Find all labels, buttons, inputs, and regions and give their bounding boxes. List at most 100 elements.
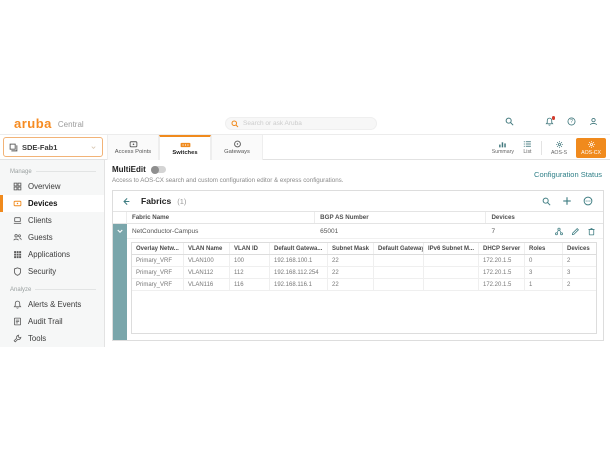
aruba-central-window: aruba Central ?: [0, 112, 610, 347]
aruba-logo: aruba: [14, 116, 52, 131]
vlan-row[interactable]: Primary_VRF VLAN116 116 192.168.116.1 22…: [132, 279, 596, 291]
column-devices: Devices: [486, 212, 603, 223]
help-icon[interactable]: ?: [567, 117, 576, 126]
toggle-knob: [151, 166, 159, 174]
sidebar-item-guests[interactable]: Guests: [0, 229, 104, 246]
tab-switches[interactable]: Switches: [159, 135, 211, 160]
col-devices: Devices: [563, 243, 596, 254]
fabric-row[interactable]: NetConductor-Campus 65001 7: [113, 224, 603, 239]
gear-icon: [555, 140, 564, 149]
more-options-icon[interactable]: [583, 196, 593, 206]
vlan-row[interactable]: Primary_VRF VLAN112 112 192.168.112.254 …: [132, 267, 596, 279]
ipv6-subnet-mask-cell: [424, 267, 479, 278]
sidebar-item-alerts-events[interactable]: Alerts & Events: [0, 296, 104, 313]
access-points-icon: [129, 140, 138, 148]
fabrics-panel-header: Fabrics (1): [113, 191, 603, 211]
column-fabric-name: Fabric Name: [127, 212, 315, 223]
add-icon[interactable]: [562, 196, 572, 206]
vlan-name-cell: VLAN116: [184, 279, 230, 290]
ipv6-subnet-mask-cell: [424, 255, 479, 266]
group-context-icon: [9, 143, 18, 152]
search-icon[interactable]: [505, 117, 514, 126]
col-subnet-mask: Subnet Mask: [328, 243, 374, 254]
sidebar-item-tools[interactable]: Tools: [0, 330, 104, 347]
default-gateway-v6-cell: [374, 279, 424, 290]
default-gateway-v6-cell: [374, 255, 424, 266]
multiedit-description: Access to AOS-CX search and custom confi…: [112, 177, 604, 184]
global-search-input[interactable]: [243, 120, 363, 127]
svg-text:?: ?: [570, 119, 573, 125]
view-action-label: List: [523, 149, 531, 155]
summary-view-button[interactable]: Summary: [492, 140, 514, 155]
devices-cell: 2: [563, 279, 596, 290]
fabrics-title: Fabrics: [141, 196, 171, 206]
sidebar-section-manage: Manage: [0, 165, 104, 178]
tab-label: Switches: [172, 150, 197, 156]
sidebar-item-audit-trail[interactable]: Audit Trail: [0, 313, 104, 330]
dhcp-server-cell: 172.20.1.5: [479, 255, 525, 266]
divider: [541, 141, 542, 155]
roles-cell: 1: [525, 279, 563, 290]
fabrics-panel: Fabrics (1): [112, 190, 604, 341]
configuration-status-link[interactable]: Configuration Status: [534, 170, 602, 179]
overlay-network-cell: Primary_VRF: [132, 279, 184, 290]
search-icon: [231, 120, 239, 128]
wrench-icon: [13, 334, 22, 343]
device-nav-bar: SDE-Fab1 Access Points Switches: [0, 135, 610, 160]
sidebar-item-applications[interactable]: Applications: [0, 246, 104, 263]
sidebar-item-devices[interactable]: Devices: [0, 195, 104, 212]
fabric-name-cell: NetConductor-Campus: [127, 224, 315, 238]
back-arrow-icon[interactable]: [121, 197, 131, 206]
sidebar-item-overview[interactable]: Overview: [0, 178, 104, 195]
vlan-row[interactable]: Primary_VRF VLAN100 100 192.168.100.1 22…: [132, 255, 596, 267]
screenshot-canvas: aruba Central ?: [0, 0, 610, 457]
fabric-devices-value: 7: [491, 228, 495, 235]
tab-access-points[interactable]: Access Points: [107, 135, 159, 160]
expander-column-header: [113, 212, 127, 223]
col-overlay-network: Overlay Netw...: [132, 243, 184, 254]
tab-gateways[interactable]: Gateways: [211, 135, 263, 160]
collapse-chevron-icon[interactable]: [113, 224, 127, 239]
global-search-bar[interactable]: [225, 117, 377, 130]
main-content: MultiEdit Access to AOS-CX search and cu…: [105, 160, 610, 347]
device-type-tabs: Access Points Switches Gateways: [107, 135, 263, 160]
ipv6-subnet-mask-cell: [424, 279, 479, 290]
topology-icon[interactable]: [554, 227, 564, 236]
col-default-gateway: Default Gatewa...: [270, 243, 328, 254]
top-header-bar: aruba Central ?: [0, 112, 610, 135]
sidebar-item-clients[interactable]: Clients: [0, 212, 104, 229]
vlan-id-cell: 100: [230, 255, 270, 266]
edit-pencil-icon[interactable]: [571, 227, 580, 236]
scope-dropdown-icon[interactable]: [90, 144, 97, 151]
view-action-label: Summary: [492, 149, 514, 155]
devices-cell: 2: [563, 255, 596, 266]
multiedit-toggle[interactable]: [151, 166, 166, 173]
notifications-bell-icon[interactable]: [545, 117, 554, 126]
sidebar-item-label: Guests: [28, 233, 53, 242]
aos-s-button[interactable]: AOS-S: [551, 140, 567, 156]
default-gateway-v6-cell: [374, 267, 424, 278]
vlan-name-cell: VLAN112: [184, 267, 230, 278]
overlay-network-cell: Primary_VRF: [132, 267, 184, 278]
bell-icon: [13, 300, 22, 309]
delete-trash-icon[interactable]: [587, 227, 596, 236]
sidebar-item-label: Applications: [28, 250, 70, 259]
default-gateway-cell: 192.168.100.1: [270, 255, 328, 266]
sidebar-item-label: Alerts & Events: [28, 300, 81, 309]
view-action-label: AOS-CX: [581, 150, 601, 156]
column-bgp-as-number: BGP AS Number: [315, 212, 486, 223]
people-icon: [13, 233, 22, 242]
search-icon[interactable]: [542, 197, 551, 206]
fabrics-table-header: Fabric Name BGP AS Number Devices: [113, 211, 603, 224]
view-actions: Summary List AOS-S: [492, 136, 606, 159]
roles-cell: 0: [525, 255, 563, 266]
group-scope-selector[interactable]: SDE-Fab1: [3, 137, 103, 157]
aos-cx-button[interactable]: AOS-CX: [576, 138, 606, 158]
sidebar-item-security[interactable]: Security: [0, 263, 104, 280]
list-view-button[interactable]: List: [523, 140, 532, 155]
col-ipv6-subnet-mask: IPv6 Subnet M...: [424, 243, 479, 254]
view-action-label: AOS-S: [551, 150, 567, 156]
user-icon[interactable]: [589, 117, 598, 126]
sidebar-section-analyze: Analyze: [0, 283, 104, 296]
laptop-icon: [13, 216, 22, 225]
